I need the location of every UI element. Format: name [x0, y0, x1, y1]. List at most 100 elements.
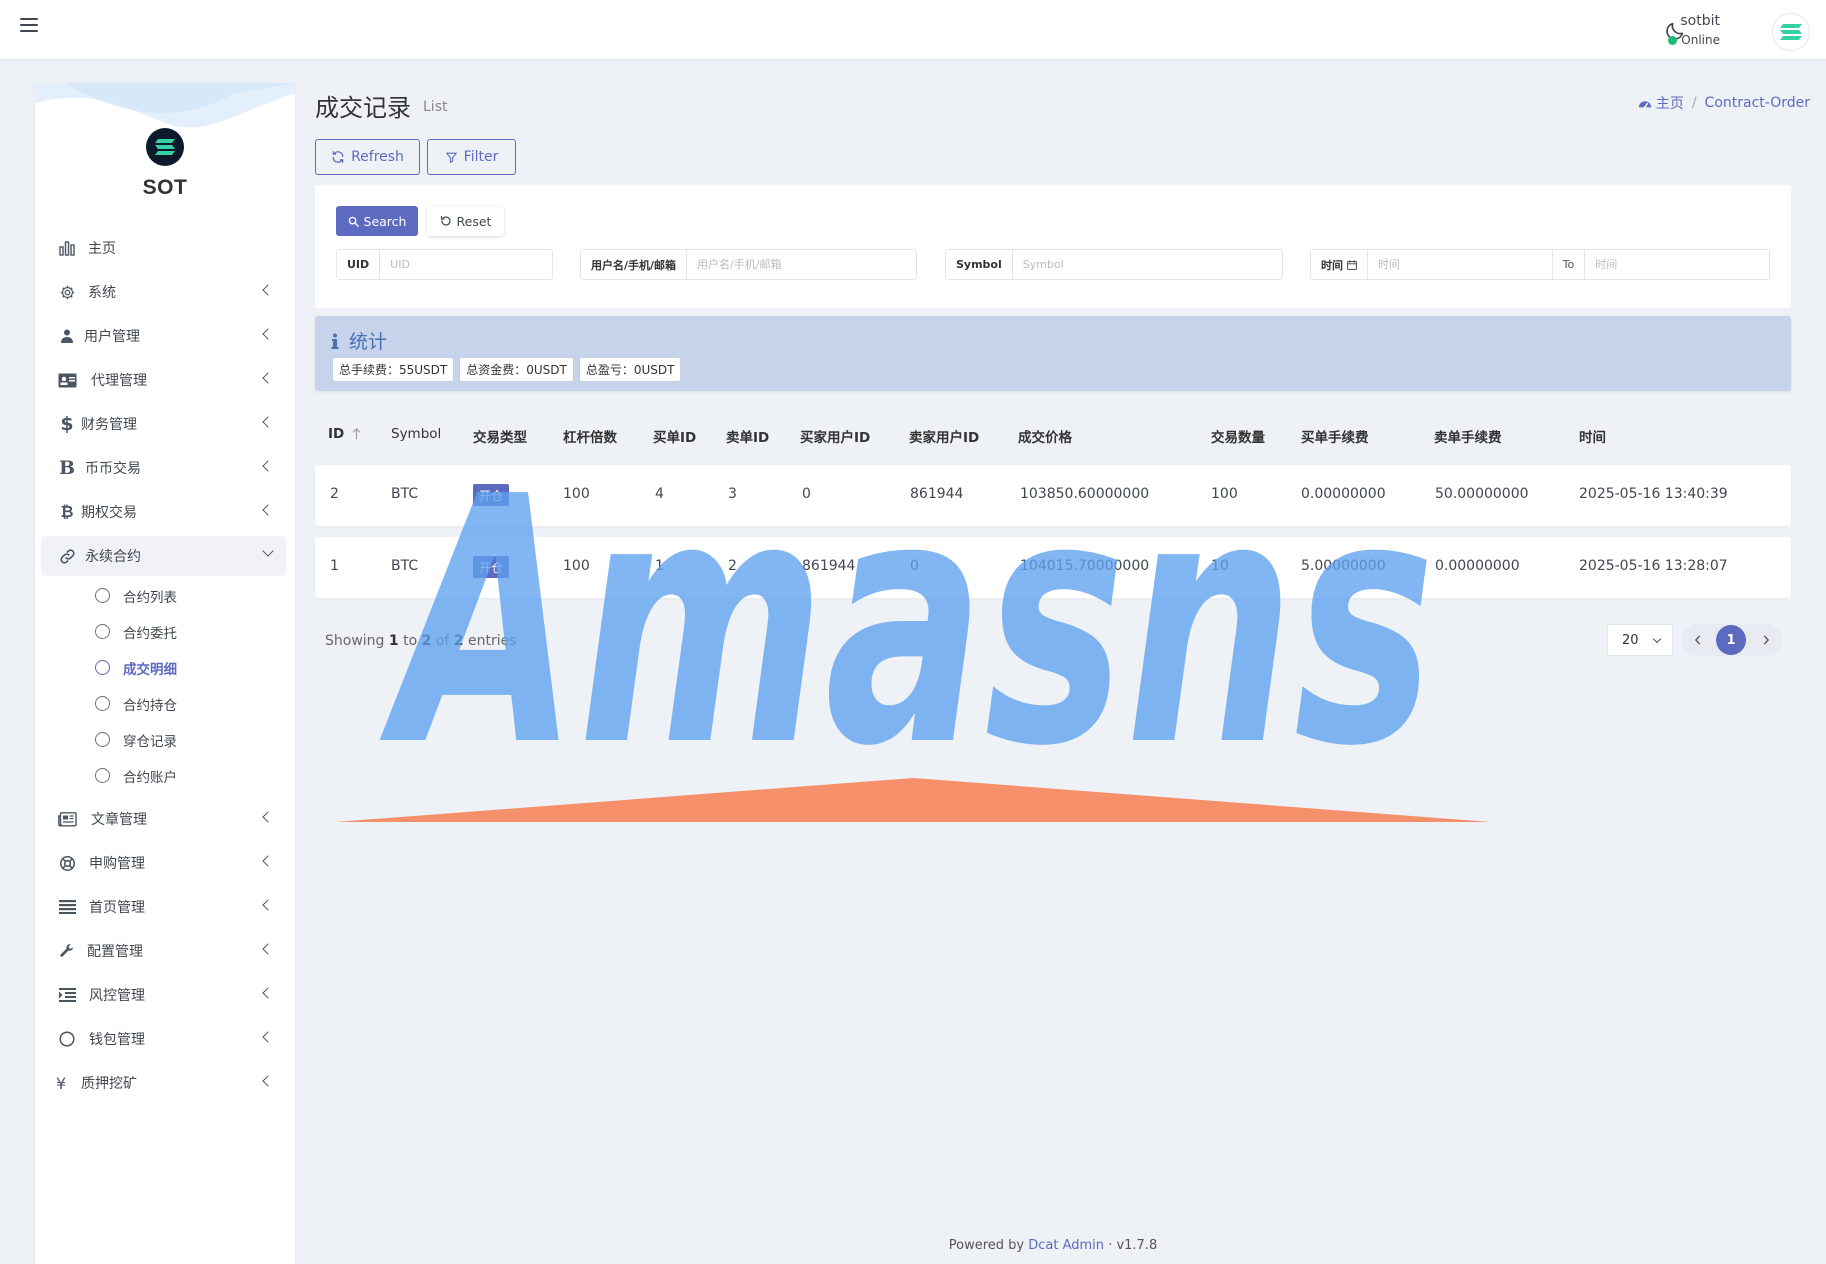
- cell-symbol: BTC: [391, 558, 419, 574]
- reset-button-label: Reset: [456, 213, 492, 229]
- sidebar-item-spot[interactable]: B 币币交易: [41, 448, 286, 488]
- sidebar: SOT 主页 系统 用户管理 代理管理 $ 财务管理 B 币币交易 ₿ 期权交易…: [35, 83, 295, 1264]
- chevron-left-icon: [262, 328, 274, 340]
- subitem-label: 成交明细: [123, 662, 177, 678]
- page-button-current[interactable]: 1: [1716, 625, 1746, 655]
- sidebar-item-articles[interactable]: 文章管理: [41, 799, 286, 839]
- subitem-contract-orders[interactable]: 合约委托: [85, 617, 275, 647]
- breadcrumb-home[interactable]: 主页: [1638, 93, 1684, 113]
- subitem-positions[interactable]: 合约持仓: [85, 689, 275, 719]
- sidebar-item-homepage[interactable]: 首页管理: [41, 887, 286, 927]
- chevron-left-icon: [262, 943, 274, 955]
- next-page-button[interactable]: [1750, 624, 1782, 656]
- user-name[interactable]: sotbit: [1680, 13, 1720, 29]
- symbol-input[interactable]: [1012, 250, 1282, 279]
- refresh-button[interactable]: Refresh: [315, 139, 420, 175]
- chevron-right-icon: [1763, 635, 1769, 645]
- user-status: Online: [1668, 33, 1720, 47]
- filter-icon: [445, 152, 457, 163]
- footer: Powered by Dcat Admin · v1.7.8: [315, 1238, 1791, 1253]
- breadcrumb-current: Contract-Order: [1704, 95, 1810, 111]
- brand-logo[interactable]: [146, 128, 184, 166]
- table-row[interactable]: 2 BTC 开仓 100 4 3 0 861944 103850.6000000…: [315, 465, 1791, 526]
- time-start-input[interactable]: [1368, 250, 1552, 279]
- table-row[interactable]: 1 BTC 开仓 100 1 2 861944 0 104015.7000000…: [315, 537, 1791, 598]
- cell-qty: 100: [1211, 486, 1238, 502]
- hamburger-icon[interactable]: [20, 18, 38, 34]
- sidebar-item-label: 财务管理: [81, 417, 137, 433]
- sidebar-item-system[interactable]: 系统: [41, 272, 286, 312]
- subitem-liquidations[interactable]: 穿仓记录: [85, 725, 275, 755]
- sidebar-item-wallet[interactable]: 钱包管理: [41, 1019, 286, 1059]
- sidebar-item-config[interactable]: 配置管理: [41, 931, 286, 971]
- cell-symbol: BTC: [391, 486, 419, 502]
- per-page-select[interactable]: 20: [1607, 624, 1673, 656]
- sidebar-item-perpetual[interactable]: 永续合约: [41, 536, 286, 576]
- column-header-sell-fee: 卖单手续费: [1434, 430, 1502, 446]
- sidebar-item-risk[interactable]: 风控管理: [41, 975, 286, 1015]
- subitem-accounts[interactable]: 合约账户: [85, 761, 275, 791]
- sidebar-item-label: 代理管理: [91, 373, 147, 389]
- sidebar-item-label: 永续合约: [85, 549, 141, 565]
- sidebar-item-label: 质押挖矿: [81, 1076, 137, 1092]
- sidebar-item-options[interactable]: ₿ 期权交易: [41, 492, 286, 532]
- sidebar-item-home[interactable]: 主页: [41, 228, 286, 268]
- breadcrumb: 主页 / Contract-Order: [1638, 93, 1810, 113]
- stats-total-fee: 总手续费：55USDT: [332, 357, 455, 382]
- cell-price: 104015.70000000: [1020, 558, 1150, 574]
- time-end-input[interactable]: [1585, 250, 1769, 279]
- sort-arrow-up-icon[interactable]: [352, 428, 361, 440]
- subitem-label: 合约列表: [123, 590, 177, 606]
- subitem-contract-list[interactable]: 合约列表: [85, 581, 275, 611]
- showing-of-word: of: [435, 633, 450, 649]
- time-to-label: To: [1551, 250, 1586, 279]
- column-header-type: 交易类型: [473, 430, 527, 446]
- sidebar-item-finance[interactable]: $ 财务管理: [41, 404, 286, 444]
- reset-button[interactable]: Reset: [427, 206, 504, 236]
- uid-input[interactable]: [380, 250, 552, 279]
- subitem-label: 穿仓记录: [123, 734, 177, 750]
- footer-version: · v1.7.8: [1108, 1238, 1158, 1253]
- cell-buy-fee: 5.00000000: [1301, 558, 1386, 574]
- time-filter-label-text: 时间: [1321, 258, 1343, 272]
- cell-time: 2025-05-16 13:28:07: [1579, 558, 1728, 574]
- chevron-left-icon: [262, 1075, 274, 1087]
- sidebar-item-subscription[interactable]: 申购管理: [41, 843, 286, 883]
- filter-panel: Search Reset UID 用户名/手机/邮箱 Symbol 时间 To: [315, 185, 1791, 308]
- subitem-trade-details[interactable]: 成交明细: [85, 653, 275, 683]
- sidebar-item-label: 配置管理: [87, 944, 143, 960]
- column-header-time: 时间: [1579, 430, 1606, 446]
- page-subtitle: List: [423, 99, 448, 115]
- sidebar-item-users[interactable]: 用户管理: [41, 316, 286, 356]
- id-card-icon: [57, 370, 77, 390]
- trade-type-badge: 开仓: [473, 556, 510, 578]
- cell-time: 2025-05-16 13:40:39: [1579, 486, 1728, 502]
- circle-icon: [95, 624, 110, 639]
- watermark-base-shape: [335, 778, 1490, 822]
- cell-buy-id: 1: [655, 558, 664, 574]
- column-header-buyer: 买家用户ID: [800, 430, 871, 446]
- column-header-leverage: 杠杆倍数: [563, 430, 617, 446]
- cell-buyer: 861944: [802, 558, 856, 574]
- brand-name: SOT: [142, 176, 188, 199]
- showing-from: 1: [388, 633, 399, 649]
- chevron-left-icon: [262, 504, 274, 516]
- sidebar-item-label: 币币交易: [85, 461, 141, 477]
- cell-buyer: 0: [802, 486, 811, 502]
- avatar[interactable]: [1772, 13, 1810, 51]
- sidebar-item-staking[interactable]: ¥ 质押挖矿: [41, 1063, 286, 1103]
- sidebar-item-label: 首页管理: [89, 900, 145, 916]
- sidebar-item-agents[interactable]: 代理管理: [41, 360, 286, 400]
- refresh-icon: [332, 151, 344, 163]
- filter-button[interactable]: Filter: [427, 139, 516, 175]
- search-button[interactable]: Search: [336, 206, 418, 236]
- link-icon: [57, 546, 77, 566]
- column-header-id[interactable]: ID: [328, 426, 361, 442]
- user-input[interactable]: [687, 250, 916, 279]
- sidebar-item-label: 用户管理: [84, 329, 140, 345]
- cell-leverage: 100: [563, 558, 590, 574]
- table-header: ID Symbol 交易类型 杠杆倍数 买单ID 卖单ID 买家用户ID 卖家用…: [315, 420, 1791, 450]
- prev-page-button[interactable]: [1682, 624, 1714, 656]
- footer-link[interactable]: Dcat Admin: [1028, 1238, 1104, 1253]
- page-title: 成交记录: [315, 94, 411, 122]
